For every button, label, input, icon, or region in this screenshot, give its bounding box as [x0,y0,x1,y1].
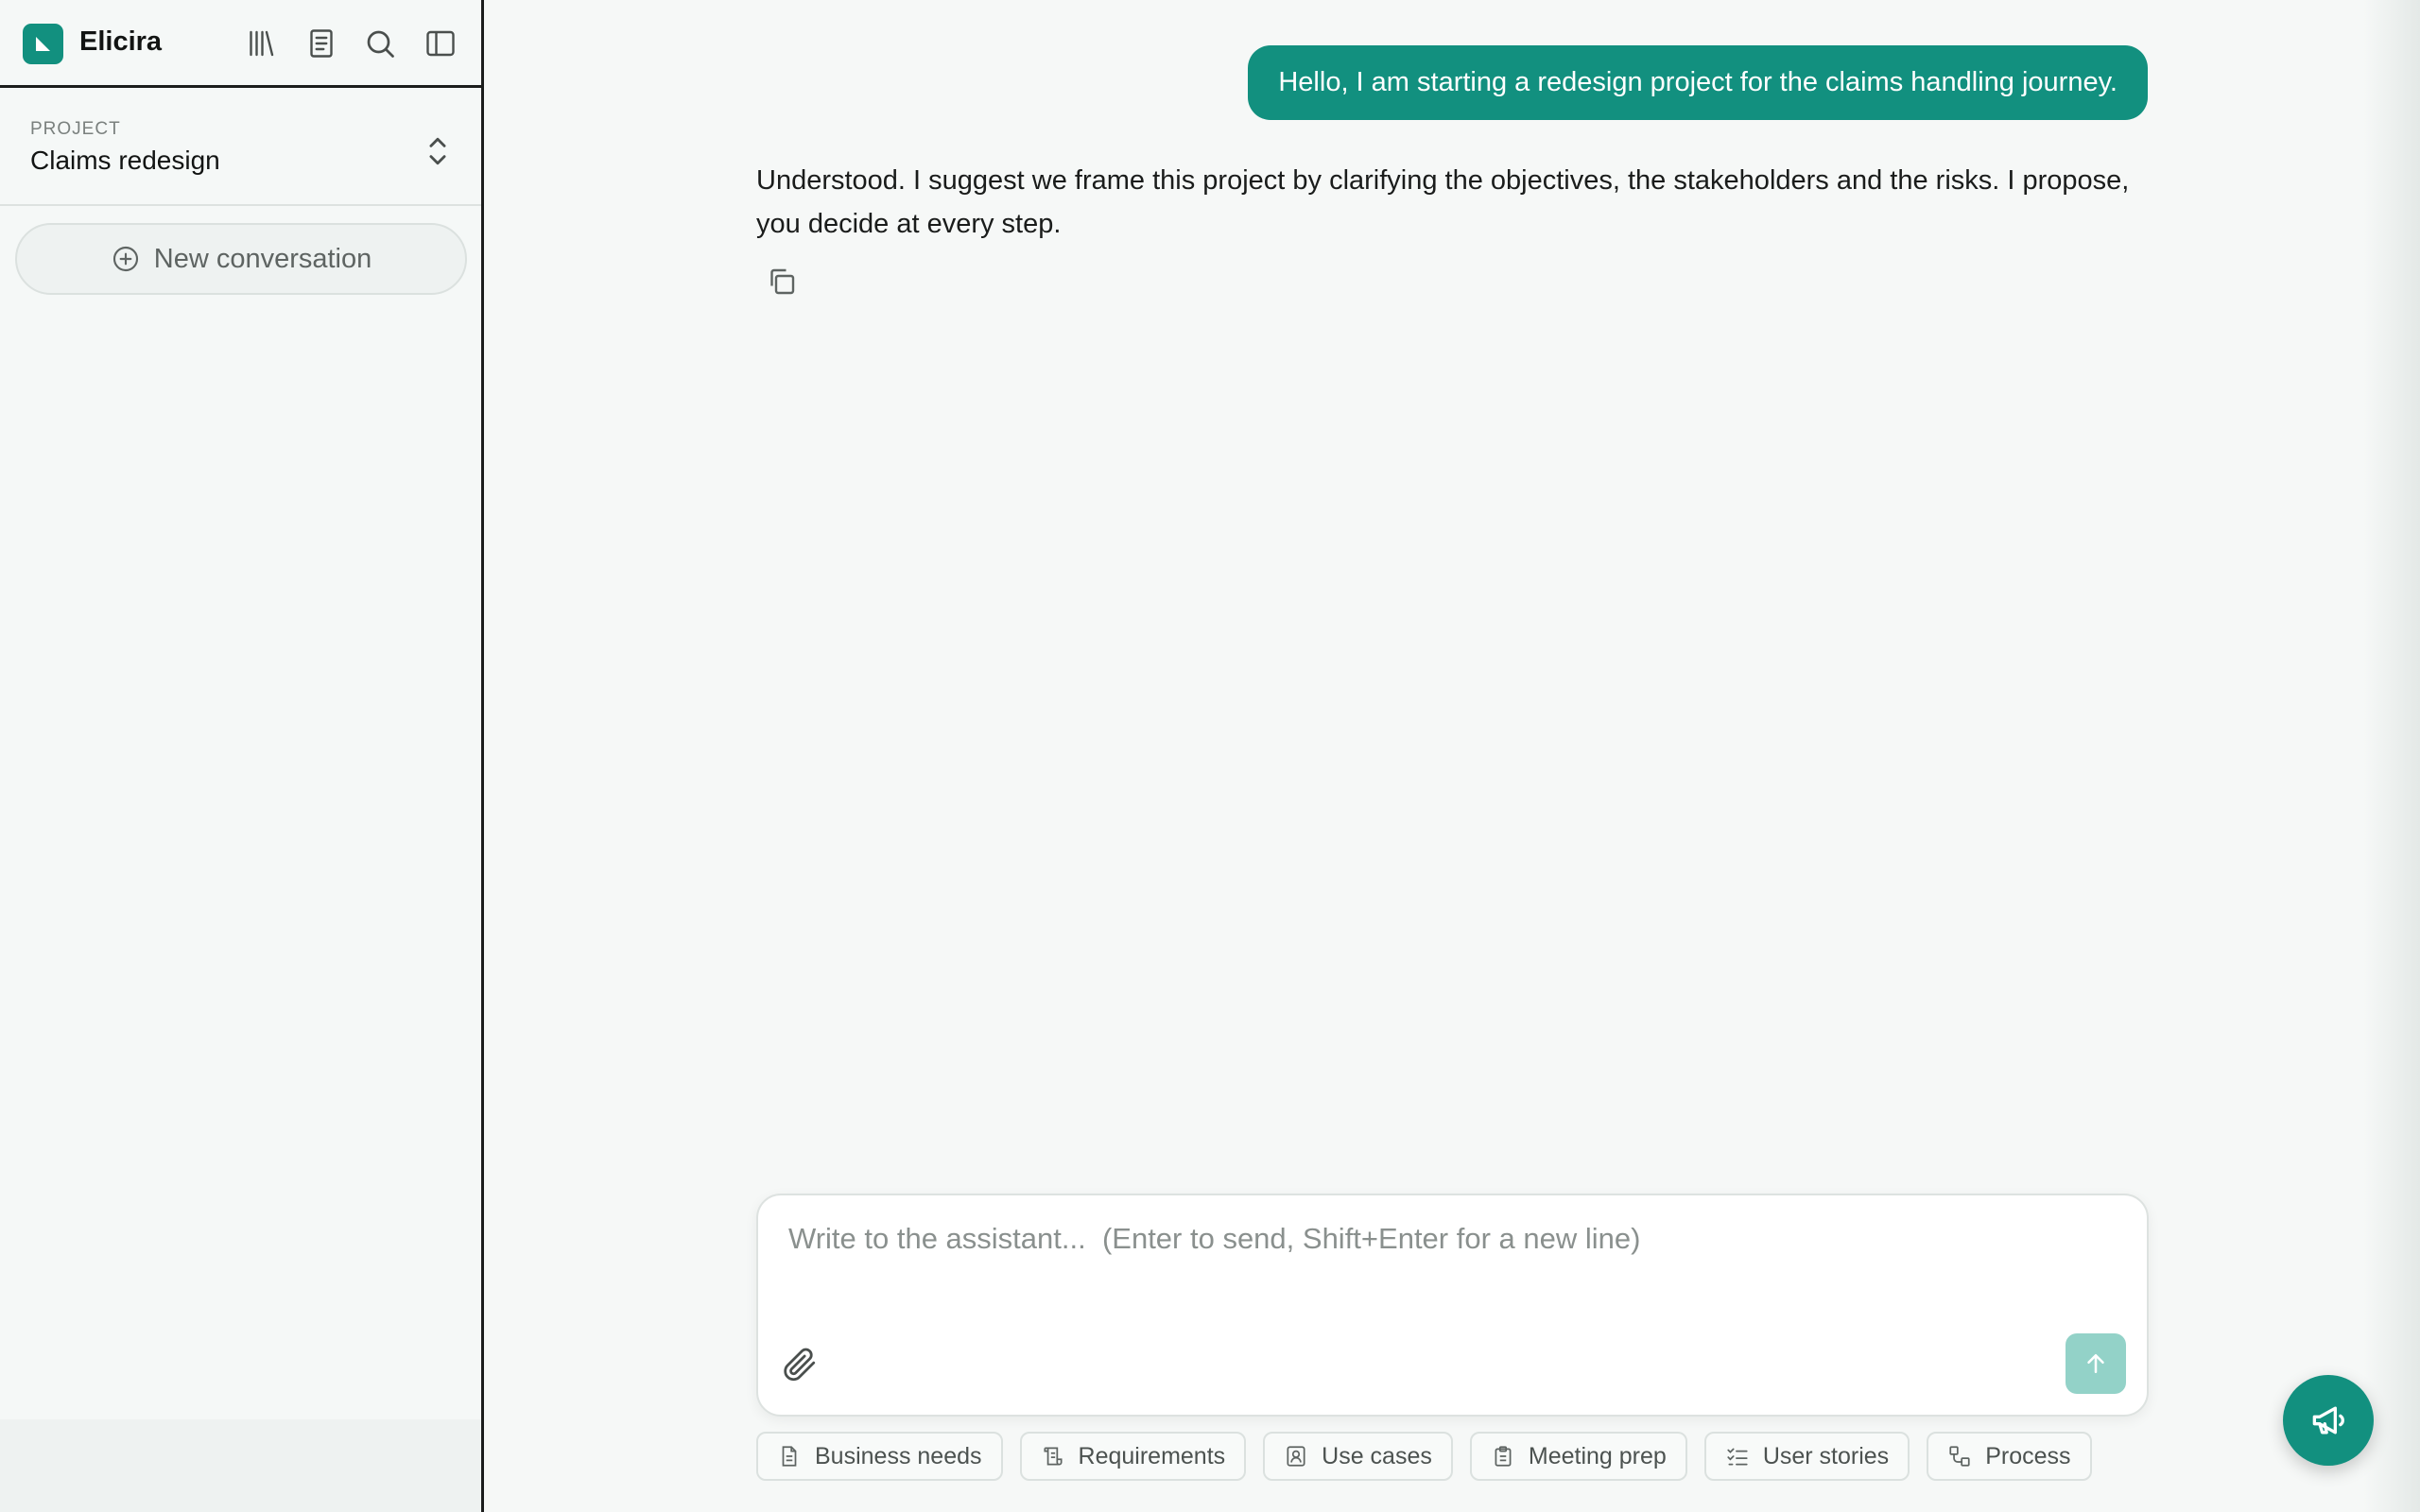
logo-mark-icon [36,37,50,51]
sidebar-header: Elicira [0,0,481,88]
chevron-up-down-icon[interactable] [422,132,454,170]
arrow-up-icon [2087,1354,2104,1373]
library-icon[interactable] [244,26,278,60]
quick-action-chips: Business needs Requirements Use cases Me… [756,1432,2092,1481]
copy-icon[interactable] [765,265,799,299]
clipboard-icon [1495,1446,1512,1467]
chip-meeting-prep[interactable]: Meeting prep [1469,1432,1687,1481]
chip-requirements[interactable]: Requirements [1019,1432,1247,1481]
megaphone-icon [2312,1406,2344,1435]
sidebar-footer [0,1419,481,1512]
checklist-icon [1727,1448,1748,1466]
chip-business-needs[interactable]: Business needs [756,1432,1003,1481]
chip-user-stories[interactable]: User stories [1703,1432,1910,1481]
flow-icon [1949,1446,1970,1467]
scroll-icon [1043,1447,1063,1466]
project-selector[interactable]: PROJECT Claims redesign [0,91,481,206]
project-name: Claims redesign [30,146,220,175]
user-card-icon [1287,1446,1305,1467]
notebook-icon[interactable] [304,26,338,60]
project-label: PROJECT [30,119,121,139]
new-conversation-button[interactable]: New conversation [15,223,467,295]
paperclip-icon[interactable] [779,1344,819,1383]
app-name: Elicira [79,26,163,57]
new-conversation-label: New conversation [153,243,372,274]
chip-process[interactable]: Process [1927,1432,2092,1481]
document-icon [782,1446,797,1467]
search-icon[interactable] [363,26,397,60]
chip-label: User stories [1762,1442,1890,1469]
assistant-message: Understood. I suggest we frame this proj… [756,165,2130,239]
app: Elicira PROJECT Claims redesign New conv… [0,0,2420,1512]
feedback-button[interactable] [2283,1375,2374,1466]
chip-label: Process [1985,1442,2071,1469]
chip-label: Business needs [815,1442,982,1469]
plus-circle-icon [112,246,138,272]
app-logo[interactable] [23,24,63,64]
message-composer [756,1194,2149,1417]
sidebar: Elicira PROJECT Claims redesign New conv… [0,0,484,1512]
chip-label: Requirements [1078,1442,1226,1469]
chat-area: Hello, I am starting a redesign project … [487,0,2420,1512]
send-button[interactable] [2066,1333,2126,1394]
chip-use-cases[interactable]: Use cases [1263,1432,1453,1481]
user-message: Hello, I am starting a redesign project … [1248,45,2148,120]
sidebar-toggle-icon[interactable] [424,26,458,60]
scroll-edge-shadow [2363,0,2420,1512]
message-input[interactable] [788,1222,2112,1297]
chip-label: Use cases [1322,1442,1432,1469]
chip-label: Meeting prep [1528,1442,1667,1469]
